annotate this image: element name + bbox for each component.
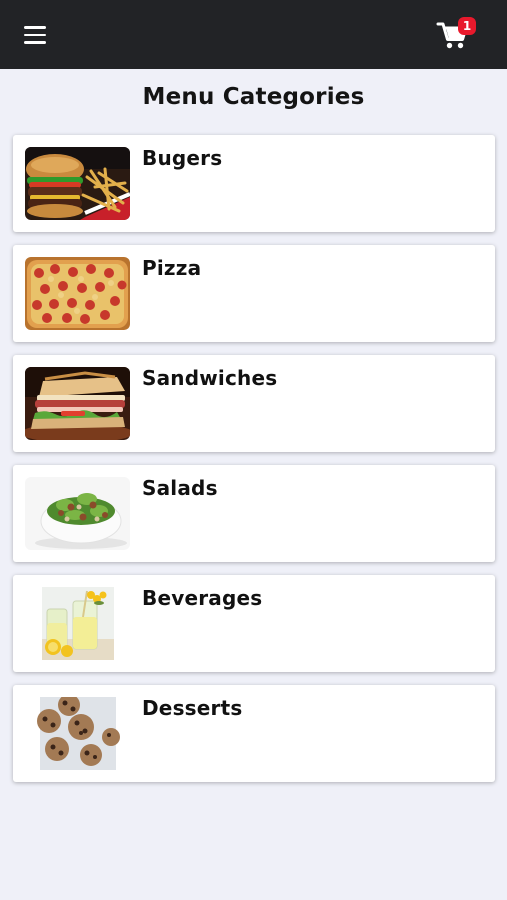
- cart-button[interactable]: 1: [436, 17, 480, 51]
- category-label: Salads: [142, 476, 218, 500]
- menu-button[interactable]: [21, 22, 49, 48]
- lemonade-glasses-photo: [25, 587, 130, 660]
- category-label: Pizza: [142, 256, 202, 280]
- category-label: Sandwiches: [142, 366, 278, 390]
- category-label: Desserts: [142, 696, 243, 720]
- burger-fries-photo: [25, 147, 130, 220]
- top-app-bar: 1: [0, 0, 507, 69]
- category-card-sandwiches[interactable]: Sandwiches: [13, 355, 495, 452]
- stacked-sandwich-photo: [25, 367, 130, 440]
- app-screen: 1 Menu Categories Bugers Pizza Sandwiche…: [0, 0, 507, 900]
- page-title: Menu Categories: [142, 84, 365, 110]
- category-card-beverages[interactable]: Beverages: [13, 575, 495, 672]
- salad-bowl-photo: [25, 477, 130, 550]
- category-card-salads[interactable]: Salads: [13, 465, 495, 562]
- category-label: Bugers: [142, 146, 223, 170]
- category-label: Beverages: [142, 586, 263, 610]
- category-card-pizza[interactable]: Pizza: [13, 245, 495, 342]
- category-card-desserts[interactable]: Desserts: [13, 685, 495, 782]
- category-card-burgers[interactable]: Bugers: [13, 135, 495, 232]
- pepperoni-pizza-photo: [25, 257, 130, 330]
- cookies-photo: [25, 697, 130, 770]
- category-list: Bugers Pizza Sandwiches Salads Beverages…: [13, 135, 495, 795]
- cart-count-badge: 1: [458, 17, 476, 35]
